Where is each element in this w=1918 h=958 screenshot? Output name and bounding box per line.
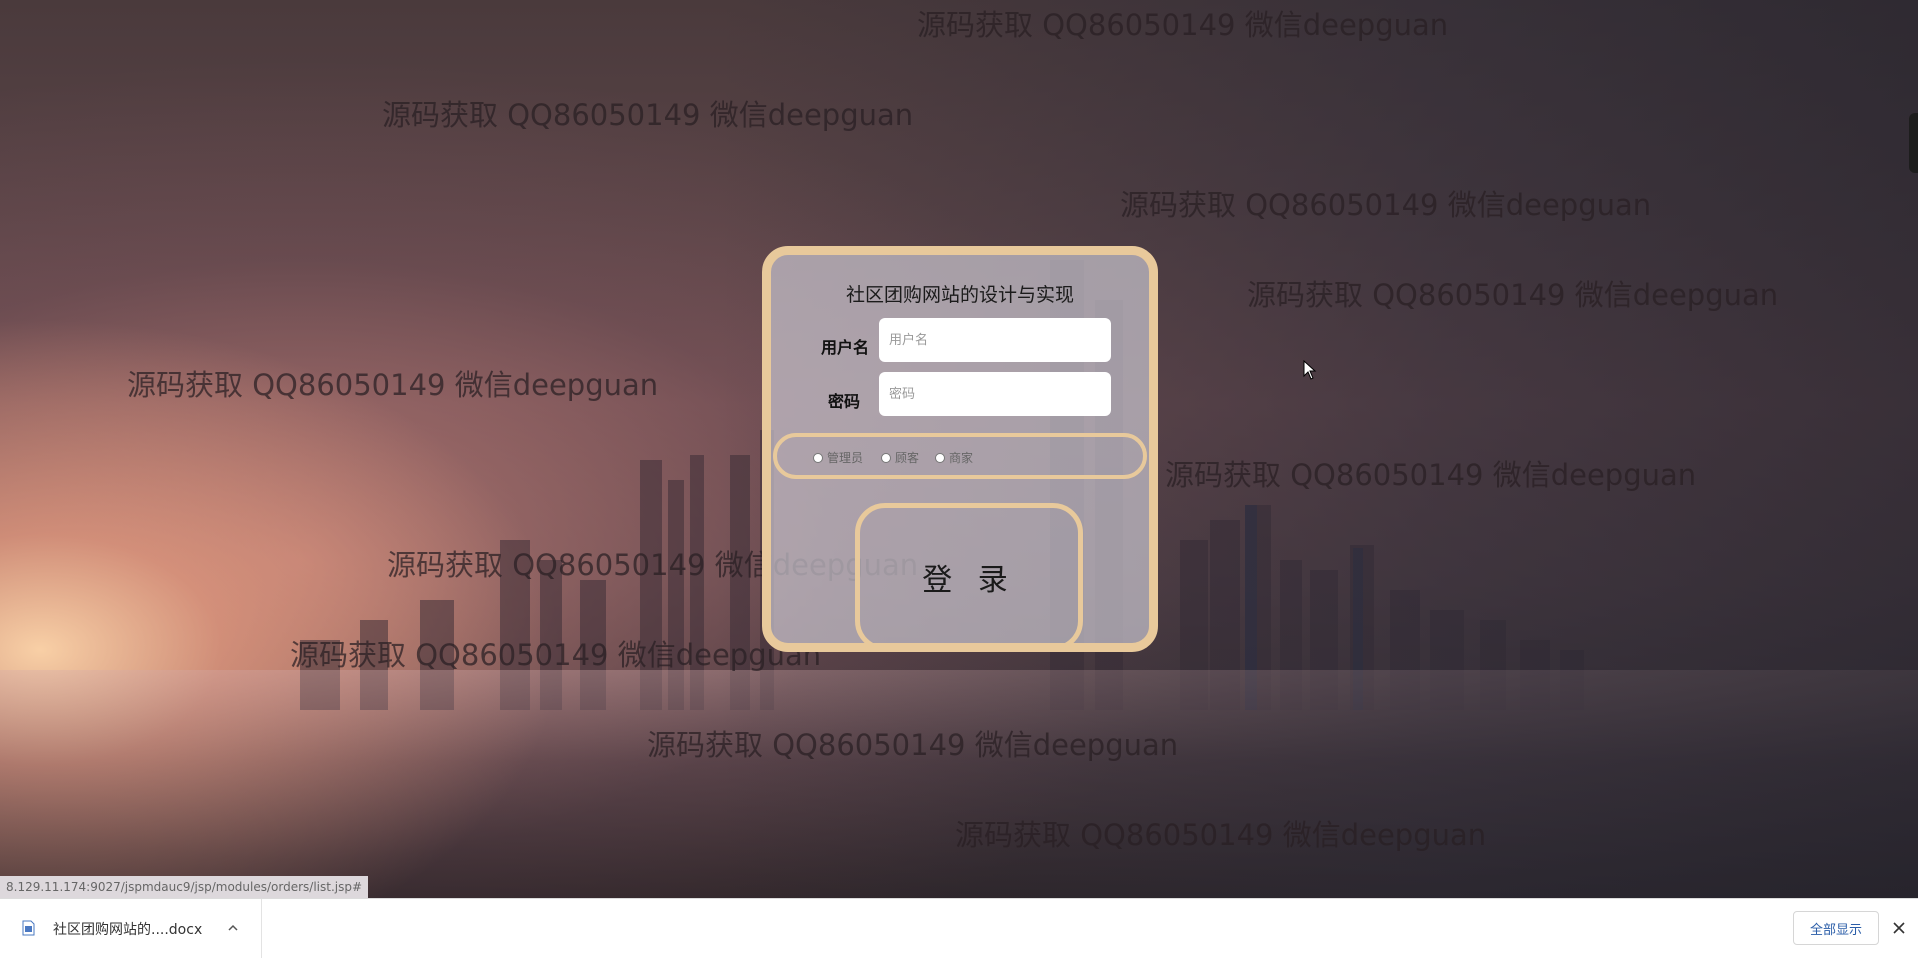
mouse-cursor-icon bbox=[1303, 360, 1317, 380]
role-option-merchant[interactable]: 商家 bbox=[935, 449, 973, 466]
login-title: 社区团购网站的设计与实现 bbox=[845, 284, 1074, 306]
password-input[interactable] bbox=[879, 372, 1111, 416]
radio-button[interactable] bbox=[813, 452, 823, 463]
side-widget-handle[interactable] bbox=[1909, 113, 1918, 173]
word-document-icon bbox=[22, 920, 35, 936]
watermark: 源码获取 QQ86050149 微信deepguan bbox=[647, 728, 1179, 762]
watermark: 源码获取 QQ86050149 微信deepguan bbox=[1165, 458, 1697, 492]
password-label: 密码 bbox=[827, 392, 860, 411]
watermark: 源码获取 QQ86050149 微信deepguan bbox=[290, 638, 822, 672]
radio-button[interactable] bbox=[881, 452, 891, 463]
chevron-up-icon[interactable] bbox=[226, 921, 240, 935]
role-label: 商家 bbox=[949, 451, 974, 465]
login-page: 源码获取 QQ86050149 微信deepguan 源码获取 QQ860501… bbox=[0, 0, 1918, 958]
role-option-customer[interactable]: 顾客 bbox=[881, 449, 919, 466]
download-bar: 社区团购网站的....docx 全部显示 bbox=[0, 898, 1918, 958]
watermark: 源码获取 QQ86050149 微信deepguan bbox=[127, 368, 659, 402]
close-icon[interactable] bbox=[1890, 919, 1908, 937]
radio-button[interactable] bbox=[935, 452, 945, 463]
show-all-button[interactable]: 全部显示 bbox=[1793, 911, 1879, 945]
role-option-admin[interactable]: 管理员 bbox=[813, 449, 863, 466]
watermark: 源码获取 QQ86050149 微信deepguan bbox=[1247, 278, 1779, 312]
username-input[interactable] bbox=[879, 318, 1111, 362]
watermark: 源码获取 QQ86050149 微信deepguan bbox=[917, 8, 1449, 42]
watermark: 源码获取 QQ86050149 微信deepguan bbox=[1120, 188, 1652, 222]
download-file-name: 社区团购网站的....docx bbox=[53, 922, 203, 938]
watermark: 源码获取 QQ86050149 微信deepguan bbox=[382, 98, 914, 132]
watermark: 源码获取 QQ86050149 微信deepguan bbox=[955, 818, 1487, 852]
role-label: 顾客 bbox=[895, 451, 920, 465]
login-card: 社区团购网站的设计与实现 用户名 密码 管理员 顾客 商家 登 录 bbox=[762, 246, 1158, 652]
username-label: 用户名 bbox=[820, 338, 869, 357]
role-label: 管理员 bbox=[827, 451, 864, 465]
download-item[interactable]: 社区团购网站的....docx bbox=[0, 899, 262, 958]
role-radio-group: 管理员 顾客 商家 bbox=[773, 433, 1147, 479]
status-bar-url: 8.129.11.174:9027/jspmdauc9/jsp/modules/… bbox=[0, 876, 369, 898]
login-button[interactable]: 登 录 bbox=[855, 503, 1083, 651]
